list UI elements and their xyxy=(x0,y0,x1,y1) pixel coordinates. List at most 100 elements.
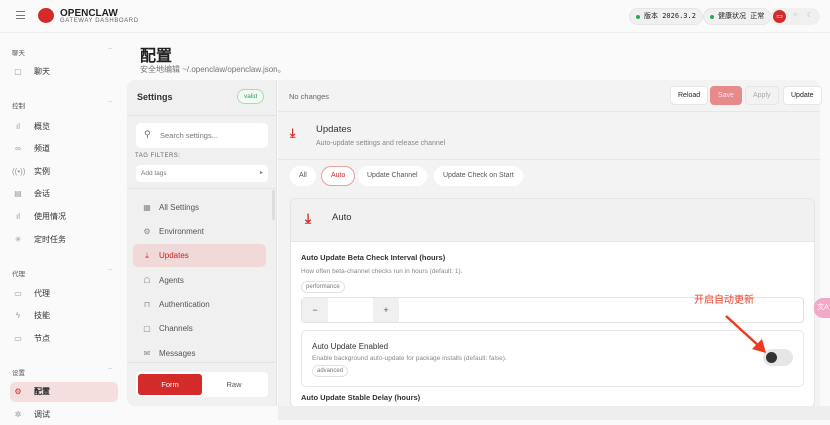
chip-update-channel[interactable]: Update Channel xyxy=(358,166,427,186)
section-title: Updates xyxy=(316,124,352,135)
version-badge: 版本 2026.3.2 xyxy=(629,8,703,25)
nav-config[interactable]: ⚙ 配置 xyxy=(10,382,118,402)
lock-icon: ⊓ xyxy=(143,300,151,309)
nav-cron[interactable]: ✳ 定时任务 xyxy=(10,230,118,250)
nav-label: Agents xyxy=(159,276,184,285)
annotation-arrow xyxy=(725,315,766,353)
collapse-icon[interactable]: − xyxy=(108,46,112,53)
raw-mode-button[interactable]: Raw xyxy=(202,374,266,395)
form-mode-button[interactable]: Form xyxy=(138,374,202,395)
nav-label: Updates xyxy=(159,251,189,260)
download-icon: ⤓ xyxy=(305,210,312,226)
nav-label: 概览 xyxy=(34,122,50,131)
nav-label: 节点 xyxy=(34,334,50,343)
page-subtitle: 安全地编辑 ~/.openclaw/openclaw.json。 xyxy=(140,65,286,74)
save-button[interactable]: Save xyxy=(710,86,742,105)
footer-bar xyxy=(278,406,830,420)
grid-icon: ▦ xyxy=(143,203,151,212)
nav-sessions[interactable]: ▤ 会话 xyxy=(10,184,118,204)
nav-chat[interactable]: ▢ 聊天 xyxy=(10,62,118,82)
nav-label: 技能 xyxy=(34,311,50,320)
link-icon: ∞ xyxy=(15,144,21,153)
nav-label: 定时任务 xyxy=(34,235,66,244)
nav-debug[interactable]: ✲ 调试 xyxy=(10,405,118,425)
settings-title: Settings xyxy=(137,92,173,102)
nav-label: 使用情况 xyxy=(34,212,66,221)
bar-chart-icon: ıl xyxy=(16,122,20,131)
tags-placeholder: Add tags xyxy=(141,170,167,177)
menu-icon[interactable] xyxy=(16,11,25,19)
openclaw-logo xyxy=(38,8,54,23)
section-agents: 代理 xyxy=(12,271,25,278)
chip-all[interactable]: All xyxy=(290,166,316,186)
field-label: Auto Update Enabled xyxy=(312,342,389,351)
nav-label: Channels xyxy=(159,324,193,333)
settings-nav-authentication[interactable]: ⊓ Authentication xyxy=(133,293,266,316)
apply-button[interactable]: Apply xyxy=(745,86,779,105)
section-description: Auto-update settings and release channel xyxy=(316,140,446,147)
download-icon: ⤓ xyxy=(145,251,149,260)
settings-nav-agents[interactable]: ☖ Agents xyxy=(133,269,266,292)
bug-icon: ✲ xyxy=(14,410,22,419)
nav-label: All Settings xyxy=(159,203,200,212)
nav-overview[interactable]: ıl 概览 xyxy=(10,117,118,137)
field-label: Auto Update Stable Delay (hours) xyxy=(301,393,421,402)
search-placeholder: Search settings... xyxy=(160,131,218,140)
settings-nav-updates[interactable]: ⤓ Updates xyxy=(133,244,266,267)
chip-update-check-on-start[interactable]: Update Check on Start xyxy=(434,166,523,186)
increment-button[interactable]: + xyxy=(373,298,399,322)
divider xyxy=(278,159,820,160)
nav-label: 频道 xyxy=(34,144,50,153)
nav-label: Authentication xyxy=(159,300,210,309)
nav-usage[interactable]: ıl 使用情况 xyxy=(10,207,118,227)
nav-label: 会话 xyxy=(34,189,50,198)
theme-switcher[interactable]: ▭ ☼ ☾ xyxy=(770,8,820,25)
nav-label: 聊天 xyxy=(34,67,50,76)
collapse-icon[interactable]: − xyxy=(108,267,112,274)
section-chat: 聊天 xyxy=(12,50,25,57)
folder-icon: ▭ xyxy=(14,289,22,298)
download-icon: ⤓ xyxy=(290,126,296,140)
chevron-down-icon: ▸ xyxy=(259,170,263,176)
settings-nav-environment[interactable]: ⚙ Environment xyxy=(133,220,266,243)
tags-select[interactable]: Add tags ▸ xyxy=(136,165,268,182)
collapse-icon[interactable]: − xyxy=(108,366,112,373)
section-settings: 设置 xyxy=(12,370,25,377)
divider xyxy=(127,115,277,116)
nav-instances[interactable]: ((•)) 实例 xyxy=(10,162,118,182)
translate-icon[interactable]: 文A xyxy=(814,298,830,318)
loader-icon: ✳ xyxy=(14,235,22,244)
change-status: No changes xyxy=(289,92,330,101)
nav-skills[interactable]: ϟ 技能 xyxy=(10,306,118,326)
beta-interval-input[interactable] xyxy=(328,298,373,322)
settings-nav-channels[interactable]: ▢ Channels xyxy=(133,317,266,340)
reload-button[interactable]: Reload xyxy=(670,86,709,105)
nav-label: Messages xyxy=(159,349,196,358)
field-help: Enable background auto-update for packag… xyxy=(312,355,507,362)
tag-performance: performance xyxy=(301,281,345,293)
nav-label: 调试 xyxy=(34,410,50,419)
card-title: Auto xyxy=(332,212,352,223)
gear-icon: ⚙ xyxy=(143,227,151,236)
scrollbar[interactable] xyxy=(272,190,275,220)
bot-icon: ☖ xyxy=(143,276,151,285)
collapse-icon[interactable]: − xyxy=(108,99,112,106)
annotation-text: 开启自动更新 xyxy=(694,295,754,306)
mode-toggle: Form Raw xyxy=(136,372,268,397)
monitor-icon[interactable]: ▭ xyxy=(773,10,786,23)
search-icon: ⚲ xyxy=(144,129,151,139)
nav-agents[interactable]: ▭ 代理 xyxy=(10,284,118,304)
section-control: 控制 xyxy=(12,103,25,110)
nav-channels[interactable]: ∞ 频道 xyxy=(10,139,118,159)
gear-icon: ⚙ xyxy=(14,387,22,396)
tag-filters-label: TAG FILTERS: xyxy=(135,153,181,159)
sun-icon[interactable]: ☼ xyxy=(792,11,798,18)
decrement-button[interactable]: − xyxy=(302,298,328,322)
settings-search-input[interactable]: ⚲ Search settings... xyxy=(136,123,268,148)
settings-nav-all[interactable]: ▦ All Settings xyxy=(133,196,266,219)
moon-icon[interactable]: ☾ xyxy=(807,11,813,19)
divider xyxy=(278,111,820,112)
update-button[interactable]: Update xyxy=(783,86,822,105)
nav-nodes[interactable]: ▭ 节点 xyxy=(10,329,118,349)
chip-auto[interactable]: Auto xyxy=(321,166,356,186)
